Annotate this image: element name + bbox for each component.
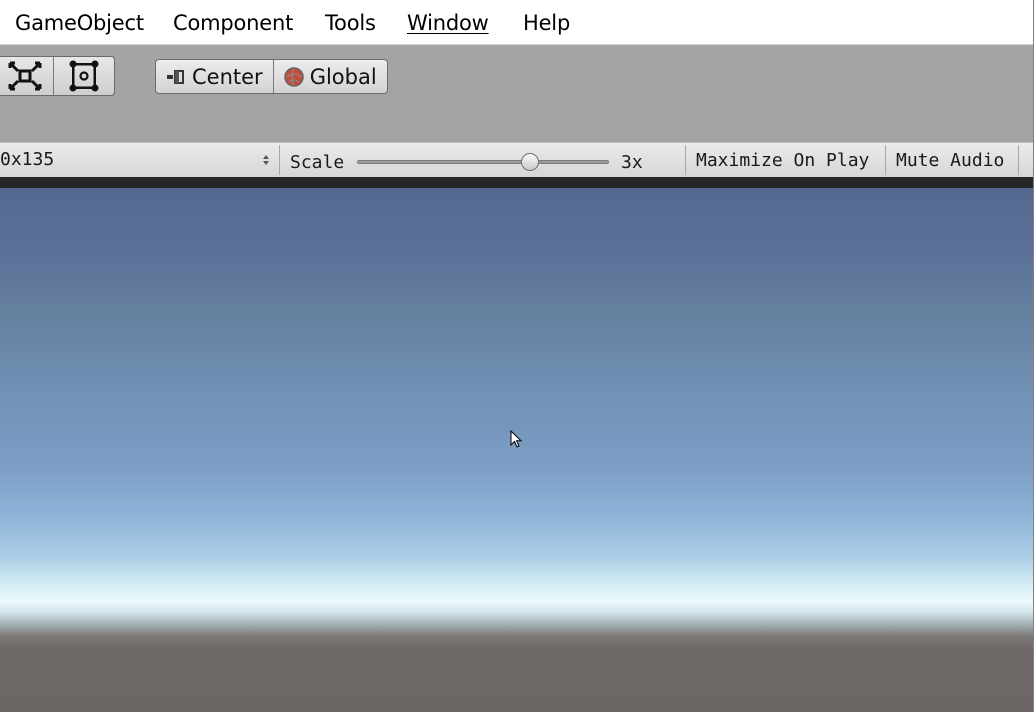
menu-tools[interactable]: Tools [325,11,376,35]
scale-value: 3x [621,152,643,173]
scale-slider-thumb[interactable] [521,153,539,171]
divider [279,145,280,175]
maximize-on-play-toggle[interactable]: Maximize On Play [696,150,869,171]
toolbar: Center Global [0,45,1034,142]
game-view-border [0,177,1034,188]
mouse-cursor-icon [510,430,523,448]
dropdown-arrows-icon [263,155,269,165]
menu-window[interactable]: Window [407,11,489,35]
menu-bar: GameObject Component Tools Window Help [0,0,1034,45]
pivot-rotation-button[interactable]: Global [272,60,387,93]
divider [685,145,686,175]
pivot-mode-button[interactable]: Center [156,60,273,93]
rect-tool-button[interactable] [52,57,114,95]
divider [885,145,886,175]
resolution-value: 0x135 [0,149,55,170]
pivot-center-icon [167,69,184,84]
scale-slider-track [357,160,609,164]
mute-audio-toggle[interactable]: Mute Audio [896,150,1004,171]
pivot-mode-label: Center [192,64,263,89]
game-viewport[interactable] [0,188,1034,712]
divider [1018,145,1019,175]
scale-tool-icon [8,61,42,91]
pivot-rotation-label: Global [309,64,377,89]
game-view-toolbar: 0x135 Scale 3x Maximize On Play Mute Aud… [0,142,1034,177]
globe-icon [283,66,304,87]
rect-tool-icon [69,60,99,92]
transform-tools-group [0,56,115,96]
menu-gameobject[interactable]: GameObject [15,11,144,35]
scale-label: Scale [290,152,345,173]
menu-window-label: Window [407,11,489,35]
menu-component[interactable]: Component [173,11,293,35]
scale-tool-button[interactable] [0,57,53,95]
menu-help[interactable]: Help [523,11,570,35]
scale-slider[interactable] [357,152,609,172]
pivot-toggle-group: Center Global [155,59,388,94]
resolution-dropdown[interactable]: 0x135 [0,143,279,177]
